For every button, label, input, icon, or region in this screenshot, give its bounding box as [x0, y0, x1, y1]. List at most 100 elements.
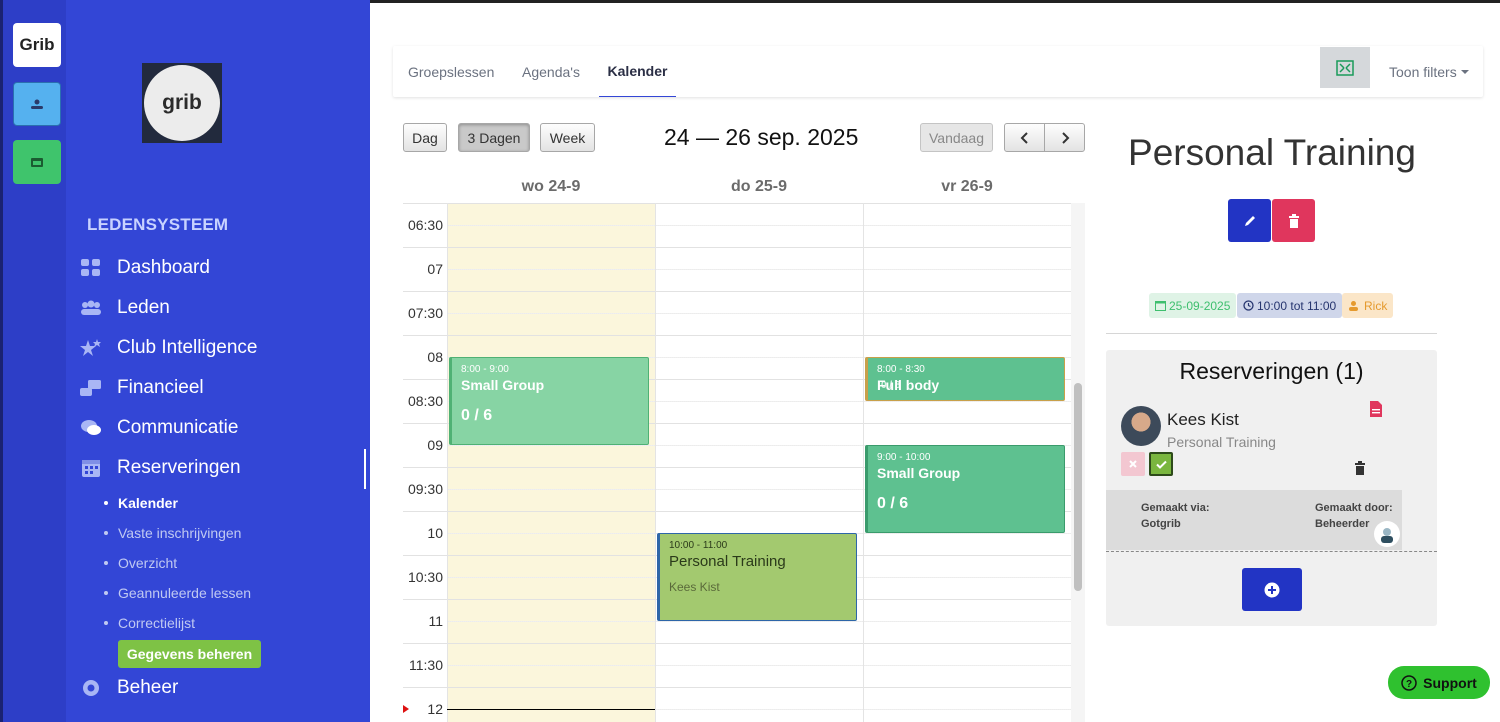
sidebar-item-label: Leden: [117, 297, 170, 318]
calendar-icon: [1155, 301, 1166, 311]
today-column: [447, 203, 655, 722]
cancel-reservation-button[interactable]: [1121, 452, 1145, 476]
sidebar-subitem-correctielijst[interactable]: Correctielijst: [104, 613, 195, 633]
grid-line: [403, 291, 1071, 292]
event-time: 8:00 - 9:00: [461, 364, 509, 375]
time-label: 11:30: [409, 657, 443, 673]
manage-data-button[interactable]: Gegevens beheren: [118, 640, 261, 668]
trash-icon: [1355, 461, 1365, 475]
time-label: 12: [427, 701, 443, 717]
view-day-button[interactable]: Dag: [403, 123, 447, 152]
pencil-icon: [1244, 215, 1255, 226]
sidebar-item-financieel[interactable]: Financieel: [80, 373, 364, 403]
app-switch-grib-button[interactable]: Grib: [13, 23, 61, 67]
plus-circle-icon: [1264, 582, 1280, 597]
chat-icon: [80, 418, 102, 438]
calendar-event[interactable]: 9:00 - 10:00 Small Group 0 / 6: [865, 445, 1065, 533]
badge-text: 25-09-2025: [1169, 298, 1231, 313]
time-label: 06:30: [407, 217, 443, 233]
today-button[interactable]: Vandaag: [920, 123, 993, 152]
view-3days-button[interactable]: 3 Dagen: [458, 123, 530, 152]
grid-line: [447, 313, 1071, 314]
event-time: 8:00 - 8:30: [877, 364, 925, 375]
sidebar-item-leden[interactable]: Leden: [80, 293, 364, 323]
bullet-icon: [104, 621, 108, 625]
now-indicator-arrow: [403, 705, 409, 713]
grid-line: [403, 247, 1071, 248]
grid-line: [447, 621, 1071, 622]
calendar-scrollbar[interactable]: [1071, 203, 1085, 722]
calendar-event[interactable]: 8:00 - 8:30 Full body 0 / 8: [865, 357, 1065, 401]
caret-down-icon: [1460, 69, 1469, 74]
column-divider: [863, 203, 864, 722]
tab-groepslessen[interactable]: Groepslessen: [408, 46, 494, 97]
calendar-event[interactable]: 10:00 - 11:00 Personal Training Kees Kist: [657, 533, 857, 621]
reservations-card: Reserveringen (1) Kees Kist Personal Tra…: [1106, 350, 1437, 626]
grid-line: [447, 269, 1071, 270]
app-root: Grib grib LEDENSYSTEEM Dashboard Leden C…: [0, 0, 1500, 722]
tab-kalender[interactable]: Kalender: [599, 46, 676, 97]
subitem-label: Geannuleerde lessen: [118, 585, 252, 601]
divider: [1106, 333, 1437, 334]
clock-icon: [1243, 300, 1254, 311]
made-by-value: Beheerder: [1315, 518, 1370, 530]
event-name: Small Group: [461, 377, 545, 393]
sidebar-subitem-overzicht[interactable]: Overzicht: [104, 553, 177, 573]
grid-line: [403, 643, 1071, 644]
sidebar-item-label: Financieel: [117, 377, 204, 398]
calendar-time-grid[interactable]: 06:30 07 07:30 08 08:30 09 09:30 10 10:30 11 11:30…: [403, 203, 1071, 722]
add-reservation-button[interactable]: [1242, 568, 1302, 611]
calendar-event[interactable]: 8:00 - 9:00 Small Group 0 / 6: [449, 357, 649, 445]
sidebar-item-label: Beheer: [117, 677, 179, 698]
sidebar-item-communicatie[interactable]: Communicatie: [80, 413, 364, 443]
club-logo: grib: [142, 63, 222, 143]
view-week-button[interactable]: Week: [540, 123, 595, 152]
event-detail-panel: Personal Training 25-09-2025 10:00 tot 1…: [1097, 112, 1447, 636]
tab-agendas[interactable]: Agenda's: [522, 46, 580, 97]
made-by-label: Gemaakt door:: [1315, 502, 1393, 514]
person-icon: [31, 99, 43, 109]
subitem-label: Overzicht: [118, 555, 178, 571]
subitem-label: Kalender: [118, 495, 178, 511]
sidebar-subitem-kalender[interactable]: Kalender: [104, 493, 178, 513]
admin-avatar: [1374, 521, 1400, 547]
app-switch-member-button[interactable]: [13, 82, 61, 126]
sidebar-subitem-vaste-inschrijvingen[interactable]: Vaste inschrijvingen: [104, 523, 241, 543]
fullscreen-button[interactable]: [1320, 47, 1370, 88]
sidebar-item-reserveringen[interactable]: Reserveringen: [80, 449, 366, 489]
reservations-title: Reserveringen (1): [1179, 358, 1364, 384]
calendar-small-icon: [31, 158, 43, 167]
reservation-member-name[interactable]: Kees Kist: [1167, 410, 1239, 430]
sidebar-item-label: Communicatie: [117, 417, 239, 438]
sidebar-item-dashboard[interactable]: Dashboard: [80, 253, 364, 283]
date-badge: 25-09-2025: [1149, 293, 1237, 318]
sidebar-subitem-geannuleerde-lessen[interactable]: Geannuleerde lessen: [104, 583, 251, 603]
edit-event-button[interactable]: [1228, 199, 1271, 242]
event-time: 9:00 - 10:00: [877, 452, 931, 463]
sidebar-item-beheer[interactable]: Beheer: [80, 673, 364, 703]
bullet-icon: [104, 561, 108, 565]
app-switch-agenda-button[interactable]: [13, 140, 61, 184]
next-button[interactable]: [1044, 123, 1085, 152]
toggle-filters-button[interactable]: Toon filters: [1389, 46, 1470, 97]
support-button[interactable]: ? Support: [1388, 666, 1490, 699]
event-title: Personal Training: [1128, 132, 1416, 173]
sidebar-item-club-intelligence[interactable]: Club Intelligence: [80, 333, 364, 363]
document-button[interactable]: [1370, 401, 1382, 422]
delete-reservation-button[interactable]: [1354, 461, 1366, 480]
logo-mark: grib: [144, 65, 220, 141]
users-icon: [80, 298, 102, 318]
day-header: do 25-9: [730, 178, 787, 195]
chevron-left-icon: [1020, 131, 1028, 144]
bullet-icon: [104, 591, 108, 595]
grid-line: [447, 665, 1071, 666]
previous-button[interactable]: [1004, 123, 1045, 152]
event-capacity: 0 / 6: [877, 495, 909, 512]
help-circle-icon: ?: [1401, 674, 1417, 691]
confirm-reservation-button[interactable]: [1149, 452, 1173, 476]
trainer-badge: Rick: [1342, 293, 1394, 318]
scrollbar-thumb[interactable]: [1074, 383, 1082, 591]
divider: [1106, 551, 1437, 552]
delete-event-button[interactable]: [1272, 199, 1315, 242]
time-label: 07: [427, 261, 443, 277]
